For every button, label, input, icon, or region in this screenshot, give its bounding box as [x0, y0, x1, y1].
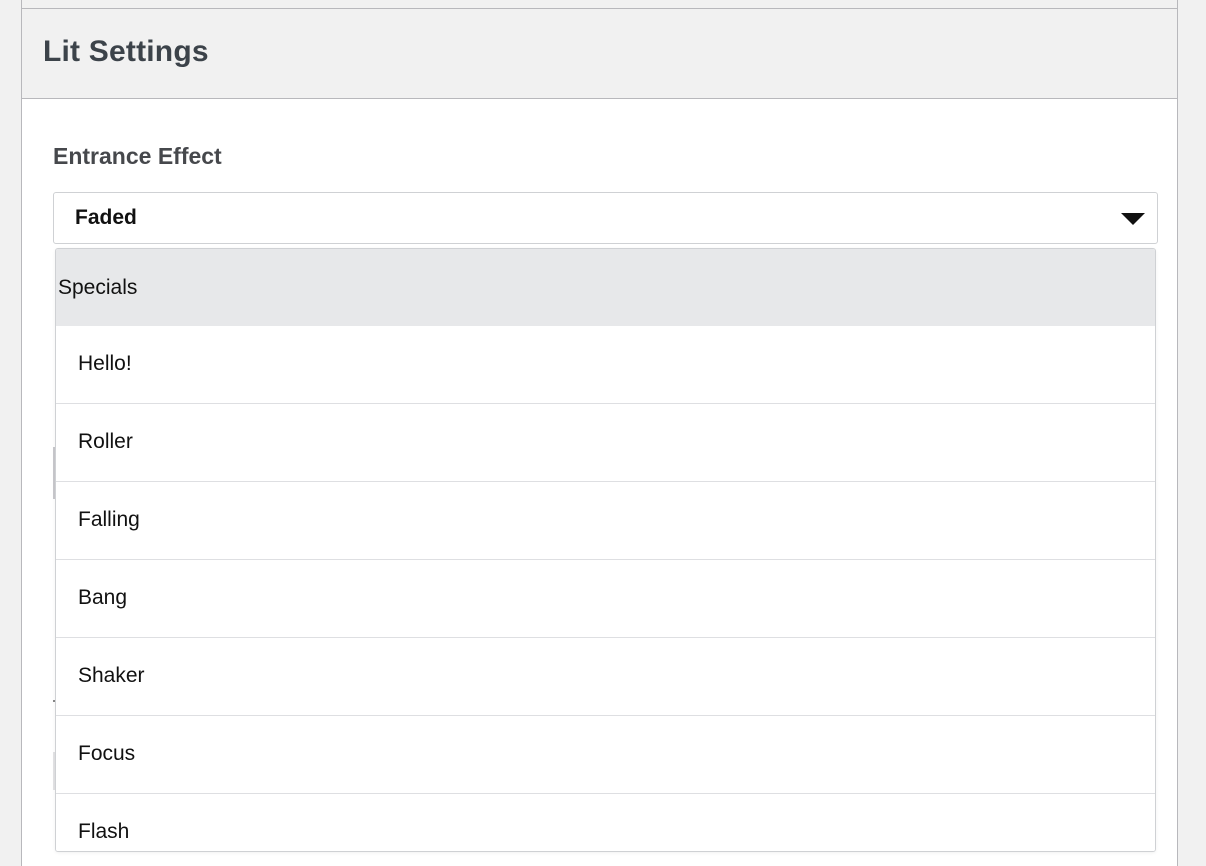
option-roller[interactable]: Roller: [56, 404, 1155, 482]
entrance-effect-label: Entrance Effect: [53, 143, 222, 169]
option-focus[interactable]: Focus: [56, 716, 1155, 794]
entrance-effect-dropdown-list[interactable]: Specials Hello! Roller Falling Bang Shak…: [55, 248, 1156, 852]
option-bang[interactable]: Bang: [56, 560, 1155, 638]
option-falling[interactable]: Falling: [56, 482, 1155, 560]
selected-value: Faded: [75, 206, 137, 229]
option-shaker[interactable]: Shaker: [56, 638, 1155, 716]
panel-header: Lit Settings: [22, 9, 1177, 99]
settings-panel: Lit Settings Entrance Effect Faded Speci…: [21, 0, 1178, 866]
entrance-effect-select[interactable]: Faded: [53, 192, 1158, 244]
option-group-header: Specials: [56, 249, 1155, 326]
option-flash[interactable]: Flash: [56, 794, 1155, 851]
panel-top-strip: [22, 0, 1177, 9]
caret-down-icon: [1121, 213, 1145, 225]
panel-title: Lit Settings: [43, 35, 209, 68]
option-hello[interactable]: Hello!: [56, 326, 1155, 404]
